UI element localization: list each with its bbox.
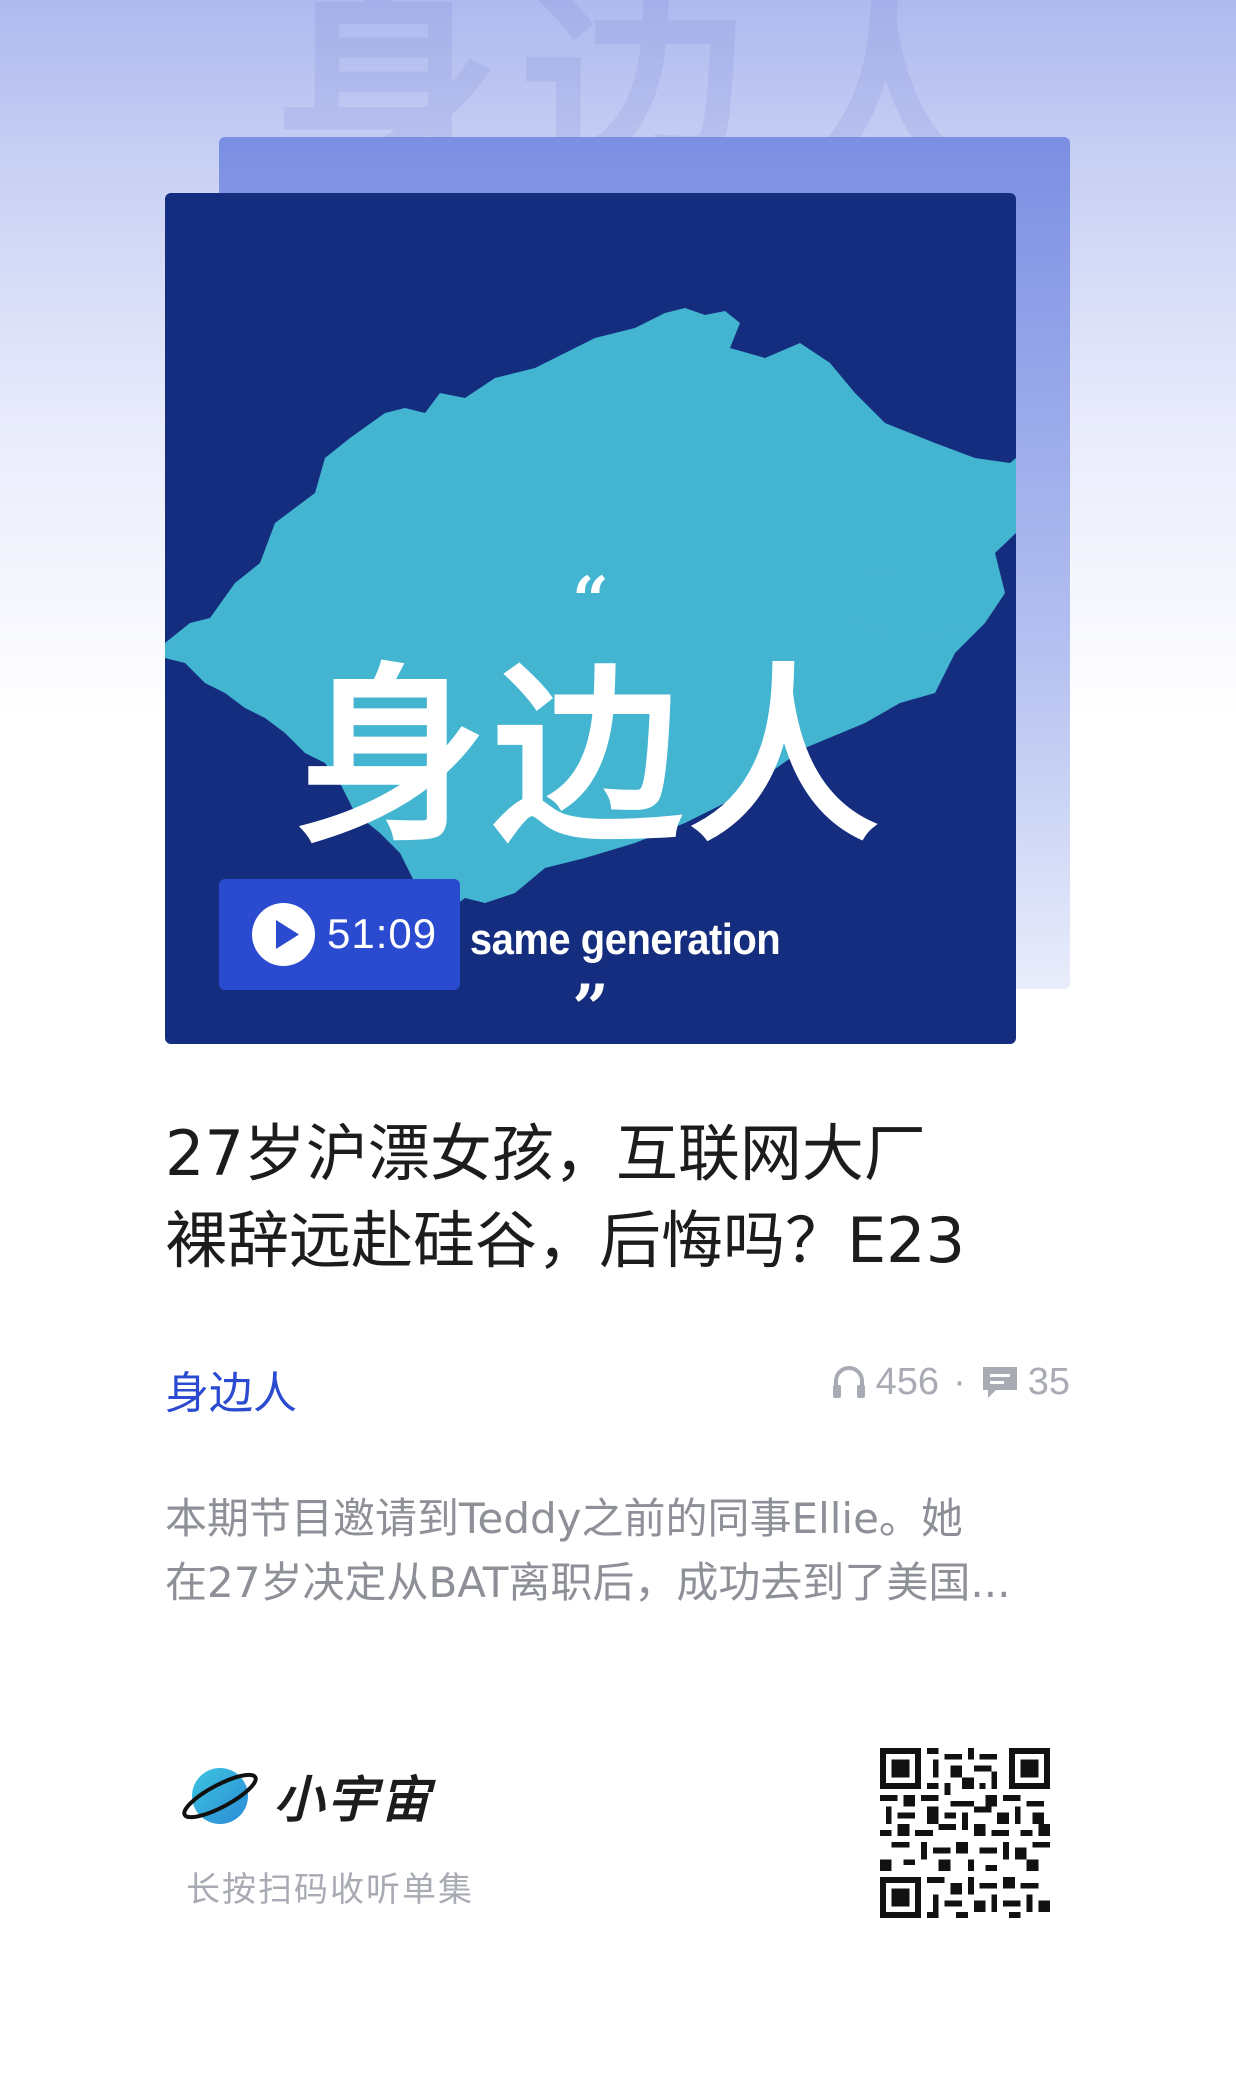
play-icon[interactable]	[252, 903, 315, 966]
quote-open-mark: “	[572, 563, 609, 638]
scan-hint: 长按扫码收听单集	[186, 1870, 474, 1910]
comment-icon	[982, 1367, 1017, 1398]
podcast-name-link[interactable]: 身边人	[165, 1357, 297, 1421]
planet-logo-icon	[182, 1768, 258, 1824]
episode-description: 本期节目邀请到Teddy之前的同事Ellie。她 在27岁决定从BAT离职后，成…	[165, 1487, 1075, 1615]
stats-separator: ·	[953, 1360, 966, 1403]
episode-stats: 456 · 35	[830, 1357, 1070, 1407]
episode-title: 27岁沪漂女孩，互联网大厂 裸辞远赴硅谷，后悔吗？E23	[165, 1110, 1075, 1284]
headphones-icon	[832, 1366, 865, 1398]
qr-code-icon[interactable]	[880, 1748, 1050, 1918]
description-line-1: 本期节目邀请到Teddy之前的同事Ellie。她	[165, 1494, 963, 1543]
comment-count: 35	[1027, 1360, 1070, 1403]
episode-title-line-1: 27岁沪漂女孩，互联网大厂	[165, 1117, 926, 1190]
cover-title: 身边人	[296, 647, 885, 868]
description-line-2: 在27岁决定从BAT离职后，成功去到了美国...	[165, 1558, 1011, 1607]
play-button[interactable]: 51:09	[219, 879, 460, 990]
play-count: 456	[875, 1360, 940, 1403]
episode-duration: 51:09	[327, 910, 438, 957]
episode-title-line-2: 裸辞远赴硅谷，后悔吗？E23	[165, 1204, 966, 1277]
brand-logo: 小宇宙	[180, 1760, 433, 1832]
brand-name: 小宇宙	[274, 1771, 433, 1829]
